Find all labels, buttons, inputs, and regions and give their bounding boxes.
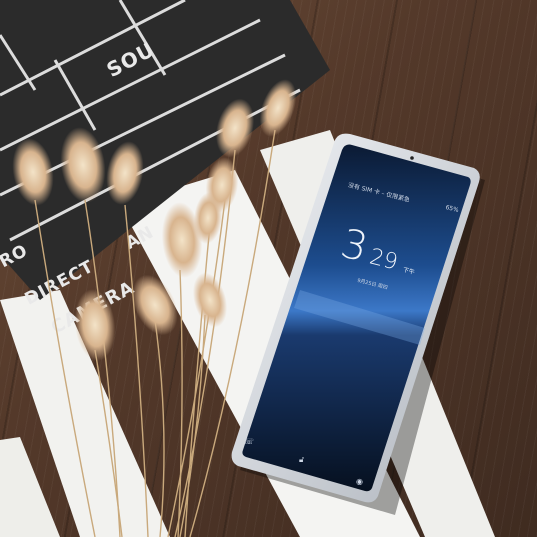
bunny-tails <box>12 79 297 361</box>
photo-scene: SOU 1A RO DIRECT CAMERA AN <box>0 0 537 537</box>
dried-grass <box>12 79 297 537</box>
